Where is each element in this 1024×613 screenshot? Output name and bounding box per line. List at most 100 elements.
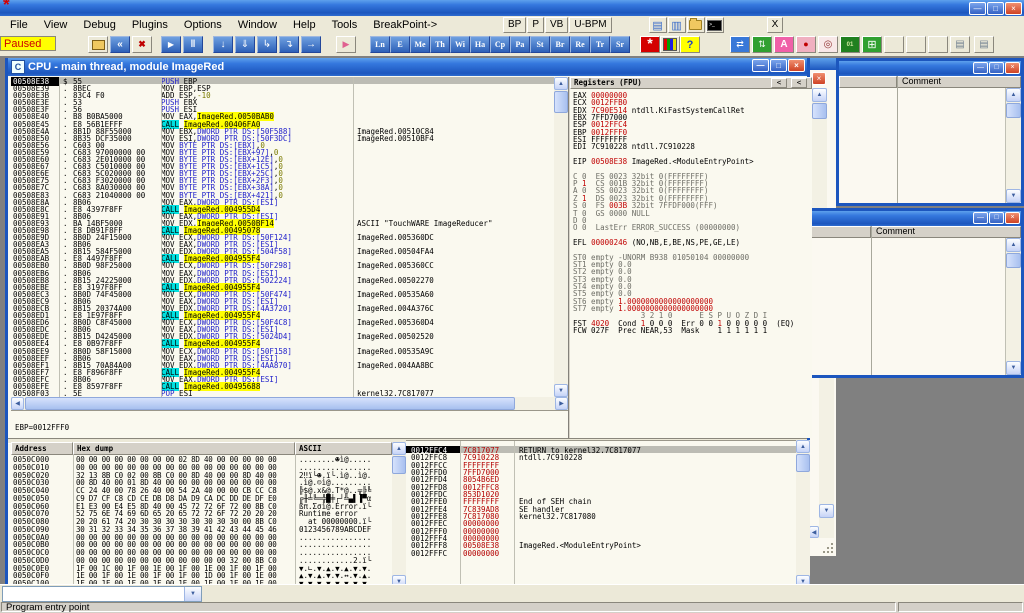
- view-button-re[interactable]: Re: [570, 36, 590, 53]
- scroll-down-icon[interactable]: ▼: [819, 504, 834, 518]
- blank-column-header[interactable]: [839, 76, 897, 88]
- run-button[interactable]: [161, 36, 181, 53]
- disasm-row[interactable]: 00508E45.E8 56B1EFFFCALL ImageRed.00406F…: [11, 120, 554, 127]
- disasm-row[interactable]: 00508E4A.8B1D 88F55000MOV EBX,DWORD PTR …: [11, 127, 554, 134]
- blank-column-header[interactable]: [811, 226, 871, 238]
- disasm-row[interactable]: 00508E40.B8 B0BA5000MOV EAX,ImageRed.005…: [11, 112, 554, 119]
- stack-row[interactable]: 0012FFF000000000: [406, 527, 796, 534]
- scroll-down-icon[interactable]: ▼: [1006, 189, 1021, 203]
- disassembly-vscrollbar[interactable]: ▲ ▼: [554, 77, 568, 397]
- fragment-scrollbar[interactable]: ▲: [812, 88, 827, 213]
- disasm-row[interactable]: 00508ED6.8B0D C8F45000MOV ECX,DWORD PTR …: [11, 318, 554, 325]
- register-line[interactable]: P 1 CS 001B 32bit 0(FFFFFFFF): [573, 179, 812, 186]
- disasm-row[interactable]: 00508E6E.C683 5C020000 00MOV BYTE PTR DS…: [11, 169, 554, 176]
- minimize-button[interactable]: —: [973, 212, 988, 224]
- dump-pane[interactable]: Address Hex dump ASCII 0050C00000 00 00 …: [11, 442, 392, 588]
- register-line[interactable]: EFL 00000246 (NO,NB,E,BE,NS,PE,GE,LE): [573, 238, 812, 245]
- open-file-button[interactable]: [88, 36, 108, 53]
- stack-row[interactable]: 0012FFE0FFFFFFFFEnd of SEH chain: [406, 497, 796, 504]
- disasm-row[interactable]: 00508EB8.8B15 24225000MOV EDX,DWORD PTR …: [11, 276, 554, 283]
- scroll-up-icon[interactable]: ▲: [1006, 238, 1021, 252]
- disasm-row[interactable]: 00508EE4.E8 0B97F8FFCALL ImageRed.004955…: [11, 339, 554, 346]
- step-over-button[interactable]: [235, 36, 255, 53]
- maximize-button[interactable]: □: [989, 212, 1004, 224]
- menu-item-window[interactable]: Window: [230, 16, 285, 34]
- book-icon[interactable]: ▥: [668, 17, 686, 33]
- register-line[interactable]: ESI FFFFFFFF: [573, 135, 812, 142]
- info-pane[interactable]: EBP=0012FFF0: [11, 410, 568, 439]
- comment-window-titlebar[interactable]: — □ ×: [811, 211, 1021, 226]
- disasm-row[interactable]: 00508E7C.C683 8A030000 00MOV BYTE PTR DS…: [11, 183, 554, 190]
- register-line[interactable]: EDI 7C910228 ntdll.7C910228: [573, 142, 812, 149]
- comment-list-body[interactable]: [839, 88, 1006, 203]
- scroll-up-icon[interactable]: ▲: [392, 442, 406, 455]
- disasm-row[interactable]: 00508EC9.8B06MOV EAX,DWORD PTR DS:[ESI]: [11, 297, 554, 304]
- scroll-thumb[interactable]: [1006, 253, 1021, 268]
- comment-column-header[interactable]: Comment: [871, 226, 1021, 238]
- dump-row[interactable]: 0050C07052 75 6E 74 69 6D 65 20 65 72 72…: [11, 509, 392, 517]
- dump-row[interactable]: 0050C0A000 00 00 00 00 00 00 00 00 00 00…: [11, 533, 392, 541]
- app-titlebar[interactable]: * — □ ×: [0, 0, 1024, 16]
- scroll-down-icon[interactable]: ▼: [1006, 361, 1021, 375]
- go-to-button[interactable]: [336, 36, 356, 53]
- empty-button-3[interactable]: [928, 36, 948, 53]
- scroll-thumb[interactable]: [796, 454, 810, 472]
- view-button-wi[interactable]: Wi: [450, 36, 470, 53]
- disasm-row[interactable]: 00508EAB.E8 4497F8FFCALL ImageRed.004955…: [11, 254, 554, 261]
- command-combobox[interactable]: ▼: [2, 586, 202, 602]
- disasm-row[interactable]: 00508E91.8B06MOV EAX,DWORD PTR DS:[ESI]: [11, 212, 554, 219]
- disasm-row[interactable]: 00508E8C.E8 4397F8FFCALL ImageRed.004955…: [11, 205, 554, 212]
- disassembly-pane[interactable]: 00508E38$55PUSH EBP00508E39.8BECMOV EBP,…: [11, 77, 554, 397]
- binary-plugin-button[interactable]: 01: [840, 36, 860, 53]
- register-line[interactable]: A 0 SS 0023 32bit 0(FFFFFFFF): [573, 186, 812, 193]
- minimize-button[interactable]: —: [973, 62, 988, 74]
- register-line[interactable]: EIP 00508E38 ImageRed.<ModuleEntryPoint>: [573, 157, 812, 164]
- disasm-row[interactable]: 00508EB6.8B06MOV EAX,DWORD PTR DS:[ESI]: [11, 269, 554, 276]
- options-button[interactable]: [640, 36, 660, 53]
- disasm-row[interactable]: 00508EF1.8B15 70A84A00MOV EDX,DWORD PTR …: [11, 361, 554, 368]
- disasm-row[interactable]: 00508EDC.8B06MOV EAX,DWORD PTR DS:[ESI]: [11, 325, 554, 332]
- view-button-ha[interactable]: Ha: [470, 36, 490, 53]
- maximize-button[interactable]: □: [989, 62, 1004, 74]
- register-line[interactable]: S 0 FS 003B 32bit 7FFDF000(FFF): [573, 201, 812, 208]
- disasm-row[interactable]: 00508EA3.8B06MOV EAX,DWORD PTR DS:[ESI]: [11, 240, 554, 247]
- close-button[interactable]: ×: [1005, 2, 1022, 15]
- view-button-tr[interactable]: Tr: [590, 36, 610, 53]
- register-line[interactable]: ST2 empty 0.0: [573, 267, 812, 274]
- dump-row[interactable]: 0050C03000 8D 40 00 01 8D 40 00 00 00 00…: [11, 478, 392, 486]
- close-button[interactable]: ×: [788, 59, 805, 72]
- scroll-left-icon[interactable]: ◀: [809, 526, 819, 538]
- menu-item-tools[interactable]: Tools: [324, 16, 366, 34]
- toolbar-button-bp[interactable]: BP: [503, 17, 526, 33]
- notes-icon[interactable]: ▤: [649, 17, 667, 33]
- toolbar-button-vb[interactable]: VB: [545, 17, 568, 33]
- menu-item-breakpoint[interactable]: BreakPoint->: [365, 16, 445, 34]
- menu-item-options[interactable]: Options: [176, 16, 230, 34]
- empty-button-2[interactable]: [906, 36, 926, 53]
- app-icon[interactable]: *: [3, 0, 10, 13]
- fragment-titlebar[interactable]: [809, 58, 836, 70]
- disasm-row[interactable]: 00508E67.C683 C5010000 00MOV BYTE PTR DS…: [11, 162, 554, 169]
- view-button-cp[interactable]: Cp: [490, 36, 510, 53]
- register-line[interactable]: Z 1 DS 0023 32bit 0(FFFFFFFF): [573, 194, 812, 201]
- dump-row[interactable]: 0050C050C9 D7 CF C8 CD CE DB D8 DA D9 CA…: [11, 494, 392, 502]
- empty-button-1[interactable]: [884, 36, 904, 53]
- minimize-button[interactable]: —: [969, 2, 986, 15]
- scroll-up-icon[interactable]: ▲: [1006, 88, 1021, 102]
- dump-row[interactable]: 0050C02032 13 8B C0 02 00 8B C0 00 8D 40…: [11, 471, 392, 479]
- stack-row[interactable]: 0012FFE47C839AD8SE handler: [406, 505, 796, 512]
- minimize-button[interactable]: —: [752, 59, 769, 72]
- scroll-thumb[interactable]: [1006, 103, 1021, 118]
- stack-row[interactable]: 0012FFD48054B6ED: [406, 475, 796, 482]
- toolbar-button-p[interactable]: P: [527, 17, 544, 33]
- menu-item-view[interactable]: View: [36, 16, 76, 34]
- record-plugin-button[interactable]: [796, 36, 816, 53]
- vertical-scrollbar[interactable]: ▲ ▼: [1006, 238, 1021, 375]
- dump-row[interactable]: 0050C00000 00 00 00 00 00 00 00 02 8D 40…: [11, 455, 392, 463]
- register-line[interactable]: FST 4020 Cond 1 0 0 0 Err 0 0 1 0 0 0 0 …: [573, 319, 812, 326]
- restore-button[interactable]: □: [770, 59, 787, 72]
- disasm-row[interactable]: 00508EBE.E8 3197F8FFCALL ImageRed.004955…: [11, 283, 554, 290]
- toolbar-close-button[interactable]: X: [767, 17, 784, 33]
- register-line[interactable]: EDX 7C90E514 ntdll.KiFastSystemCallRet: [573, 106, 812, 113]
- appearance-button[interactable]: [660, 36, 680, 53]
